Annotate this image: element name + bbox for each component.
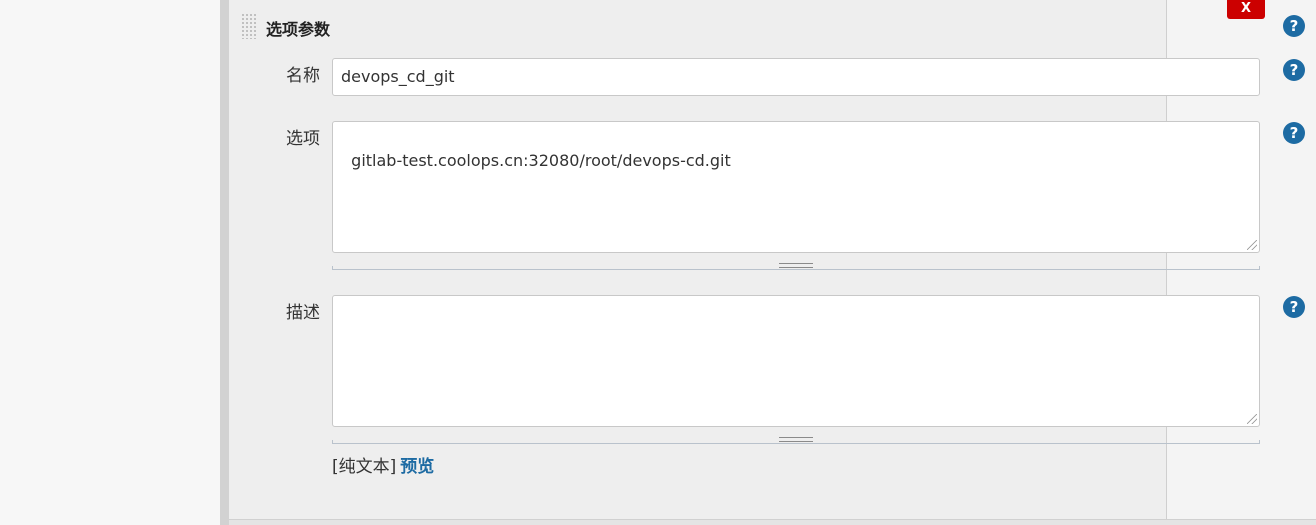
- name-help-icon[interactable]: ?: [1283, 59, 1305, 81]
- format-line: [纯文本] 预览: [332, 452, 434, 477]
- resize-grip-icon[interactable]: [1247, 240, 1257, 250]
- resize-grip-icon[interactable]: [1247, 414, 1257, 424]
- name-label: 名称: [286, 66, 320, 86]
- choices-value: gitlab-test.coolops.cn:32080/root/devops…: [351, 151, 731, 170]
- left-sidebar-background: [0, 0, 220, 525]
- delete-parameter-button[interactable]: X: [1227, 0, 1265, 19]
- preview-link[interactable]: 预览: [400, 457, 434, 477]
- description-help-icon[interactable]: ?: [1283, 296, 1305, 318]
- help-icon[interactable]: ?: [1283, 15, 1305, 37]
- panel-bottom-divider: [229, 519, 1316, 525]
- splitter-handle-icon[interactable]: [779, 437, 813, 442]
- format-plain-text: [纯文本]: [332, 457, 397, 477]
- drag-handle-icon[interactable]: [241, 13, 257, 39]
- description-textarea[interactable]: [332, 295, 1260, 427]
- description-resize-bar[interactable]: [332, 437, 1260, 444]
- choices-resize-bar[interactable]: [332, 263, 1260, 270]
- name-input[interactable]: devops_cd_git: [332, 58, 1260, 96]
- choices-help-icon[interactable]: ?: [1283, 122, 1305, 144]
- splitter-handle-icon[interactable]: [779, 263, 813, 268]
- description-label: 描述: [286, 303, 320, 323]
- choices-textarea[interactable]: gitlab-test.coolops.cn:32080/root/devops…: [332, 121, 1260, 253]
- choices-label: 选项: [286, 129, 320, 149]
- section-title: 选项参数: [266, 20, 331, 39]
- left-panel-border: [220, 0, 229, 525]
